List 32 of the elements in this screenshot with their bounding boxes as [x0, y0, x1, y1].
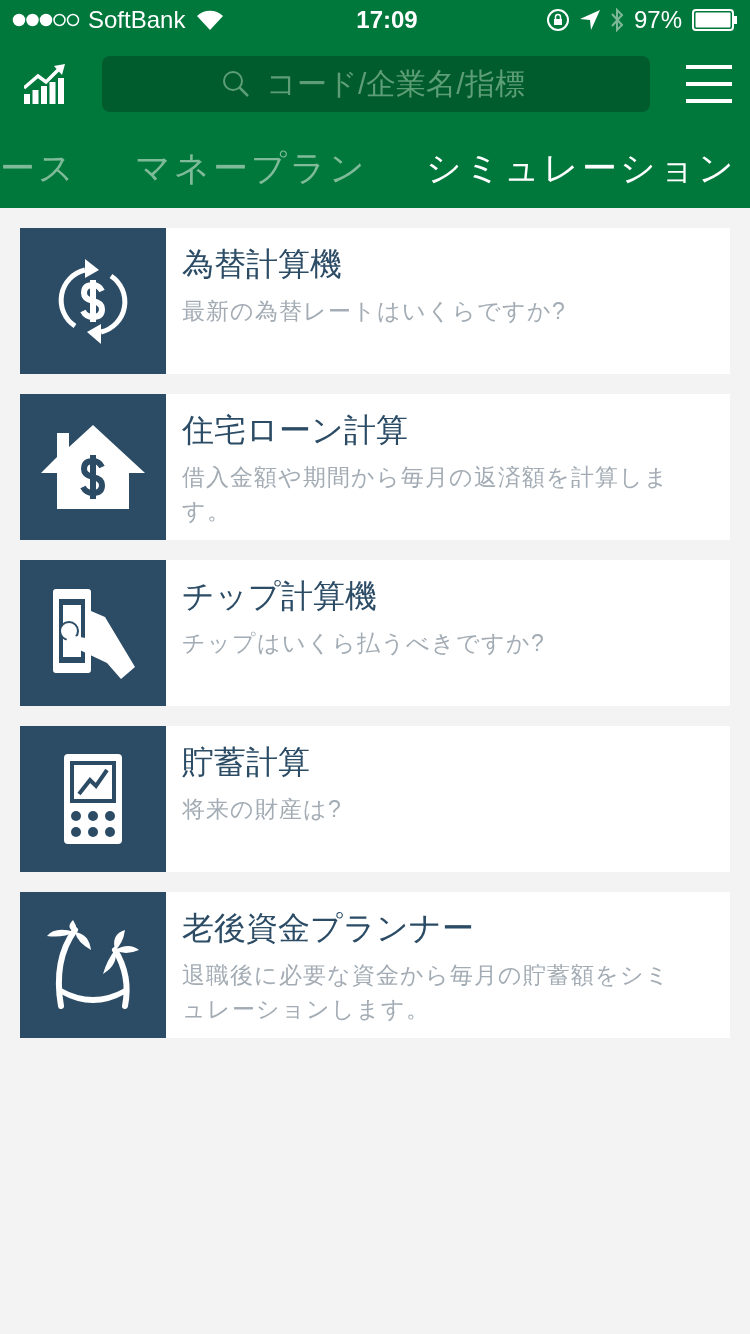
- card-title: 貯蓄計算: [182, 743, 311, 782]
- palm-hammock-icon: [45, 920, 141, 1010]
- card-description: 将来の財産は?: [182, 795, 342, 824]
- card-title: 住宅ローン計算: [182, 411, 409, 450]
- battery-icon: [692, 9, 738, 31]
- rotation-lock-icon: [545, 8, 570, 32]
- card-description: 退職後に必要な資金から毎月の貯蓄額をシミュレーションします。: [182, 961, 671, 1024]
- menu-icon[interactable]: [686, 65, 732, 103]
- card-title: チップ計算機: [182, 577, 378, 616]
- calculator-chart-icon: [64, 754, 122, 844]
- signal-icon: [12, 13, 80, 27]
- card-title: 為替計算機: [182, 245, 343, 284]
- carrier-name: SoftBank: [88, 5, 186, 35]
- category-tab[interactable]: シミュレーション: [426, 141, 737, 195]
- card-description: チップはいくら払うべきですか?: [182, 629, 545, 658]
- calculator-card[interactable]: 貯蓄計算 将来の財産は?: [20, 726, 730, 872]
- chart-growth-icon[interactable]: [24, 64, 66, 104]
- location-arrow-icon: [579, 10, 600, 30]
- wifi-icon: [197, 10, 224, 30]
- hand-banknote-icon: [51, 587, 135, 679]
- card-description: 最新の為替レートはいくらですか?: [182, 297, 566, 326]
- house-dollar-icon: [41, 425, 145, 509]
- battery-percent: 97%: [633, 5, 682, 35]
- calculator-card[interactable]: 老後資金プランナー 退職後に必要な資金から毎月の貯蓄額をシミュレーションします。: [20, 892, 730, 1038]
- calculator-card[interactable]: 為替計算機 最新の為替レートはいくらですか?: [20, 228, 730, 374]
- card-title: 老後資金プランナー: [182, 909, 475, 948]
- card-description: 借入金額や期間から毎月の返済額を計算します。: [182, 463, 670, 526]
- search-field[interactable]: コード/企業名/指標: [102, 56, 650, 112]
- calculator-card[interactable]: 住宅ローン計算 借入金額や期間から毎月の返済額を計算します。: [20, 394, 730, 540]
- calculator-card[interactable]: チップ計算機 チップはいくら払うべきですか?: [20, 560, 730, 706]
- bluetooth-icon: [609, 8, 624, 32]
- clock-time: 17:09: [355, 5, 419, 35]
